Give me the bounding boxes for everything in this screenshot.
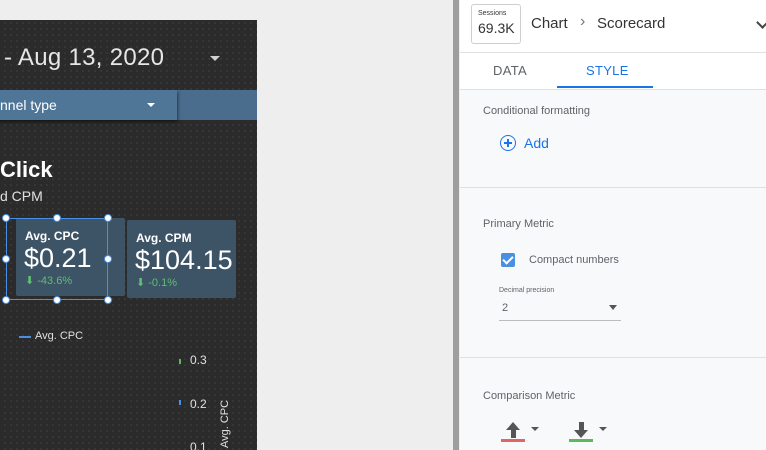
increase-color-swatch <box>501 439 525 442</box>
legend-line-icon <box>19 336 31 338</box>
section-title-comparison-metric: Comparison Metric <box>483 390 576 402</box>
decimal-precision-label: Decimal precision <box>499 287 555 294</box>
axis-tick-label: 0.2 <box>190 397 207 411</box>
increase-color-picker[interactable] <box>501 418 541 448</box>
channel-filter-bar: nnel type <box>0 90 257 120</box>
breadcrumb-chevron-icon: › <box>580 13 586 30</box>
channel-type-caret-icon[interactable] <box>147 103 155 107</box>
section-title-primary-metric: Primary Metric <box>483 218 554 230</box>
compact-numbers-label: Compact numbers <box>529 254 619 266</box>
add-conditional-formatting-button[interactable]: Add <box>500 134 580 154</box>
section-divider <box>460 357 766 358</box>
resize-handle-bottom-right[interactable] <box>104 296 112 304</box>
panel-divider[interactable] <box>453 0 459 450</box>
properties-panel: Sessions 69.3K Chart › Scorecard DATA ST… <box>460 0 766 450</box>
scorecard-value: $104.15 <box>135 245 233 275</box>
tab-style[interactable]: STYLE <box>586 63 629 78</box>
section-divider <box>460 187 766 188</box>
axis-tick-label: 0.3 <box>190 353 207 367</box>
date-range-picker[interactable]: - Aug 13, 2020 <box>4 44 164 72</box>
decrease-color-swatch <box>569 439 593 442</box>
arrow-down-shaft <box>579 422 584 430</box>
arrow-up-shaft <box>511 430 516 438</box>
decimal-precision-select[interactable]: 2 <box>499 300 621 321</box>
breadcrumb-chart[interactable]: Chart <box>531 15 568 32</box>
panel-tabs: DATA STYLE <box>460 53 766 90</box>
resize-handle-right[interactable] <box>104 255 112 263</box>
channel-type-filter[interactable]: nnel type <box>0 90 177 120</box>
resize-handle-top-right[interactable] <box>104 214 112 222</box>
compact-numbers-checkbox[interactable] <box>501 253 515 267</box>
date-range-caret-icon[interactable] <box>210 56 220 61</box>
report-canvas: - Aug 13, 2020 nnel type Click d CPM Avg… <box>0 0 458 450</box>
tab-data[interactable]: DATA <box>493 63 527 78</box>
thumbnail-metric-label: Sessions <box>478 10 507 17</box>
resize-handle-left[interactable] <box>2 255 10 263</box>
chevron-down-icon[interactable] <box>756 16 766 29</box>
axis-title: Avg. CPC <box>219 399 231 448</box>
breadcrumb-scorecard[interactable]: Scorecard <box>597 15 665 32</box>
chart-type-thumbnail[interactable]: Sessions 69.3K <box>471 4 521 44</box>
selection-frame <box>6 218 108 300</box>
legend-label: Avg. CPC <box>35 330 84 342</box>
report-title: Click <box>0 157 53 182</box>
channel-type-label: nnel type <box>0 97 57 113</box>
resize-handle-top-left[interactable] <box>2 214 10 222</box>
resize-handle-top[interactable] <box>53 214 61 222</box>
chevron-down-icon <box>531 427 539 431</box>
thumbnail-metric-value: 69.3K <box>478 20 515 36</box>
resize-handle-bottom[interactable] <box>53 296 61 304</box>
report-page: - Aug 13, 2020 nnel type Click d CPM Avg… <box>0 20 257 450</box>
chevron-down-icon <box>599 427 607 431</box>
tick-marker <box>179 359 181 364</box>
decrease-color-picker[interactable] <box>569 418 609 448</box>
add-circle-icon <box>500 135 516 151</box>
axis-tick-label: 0.1 <box>190 440 207 450</box>
scorecard-label: Avg. CPM <box>136 231 192 245</box>
decimal-precision-value: 2 <box>502 302 509 314</box>
scorecard-change: ⬇ -0.1% <box>136 277 178 289</box>
arrow-up-icon <box>506 422 520 430</box>
resize-handle-bottom-left[interactable] <box>2 296 10 304</box>
tick-marker <box>179 400 181 405</box>
arrow-down-icon <box>574 430 588 438</box>
active-tab-indicator <box>557 86 653 88</box>
section-title-conditional-formatting: Conditional formatting <box>483 105 591 117</box>
report-subtitle: d CPM <box>0 188 43 204</box>
panel-header: Sessions 69.3K Chart › Scorecard <box>460 0 766 53</box>
chevron-down-icon <box>609 305 617 310</box>
scorecard-avg-cpm[interactable]: Avg. CPM $104.15 ⬇ -0.1% <box>127 220 236 298</box>
add-label: Add <box>524 135 549 151</box>
